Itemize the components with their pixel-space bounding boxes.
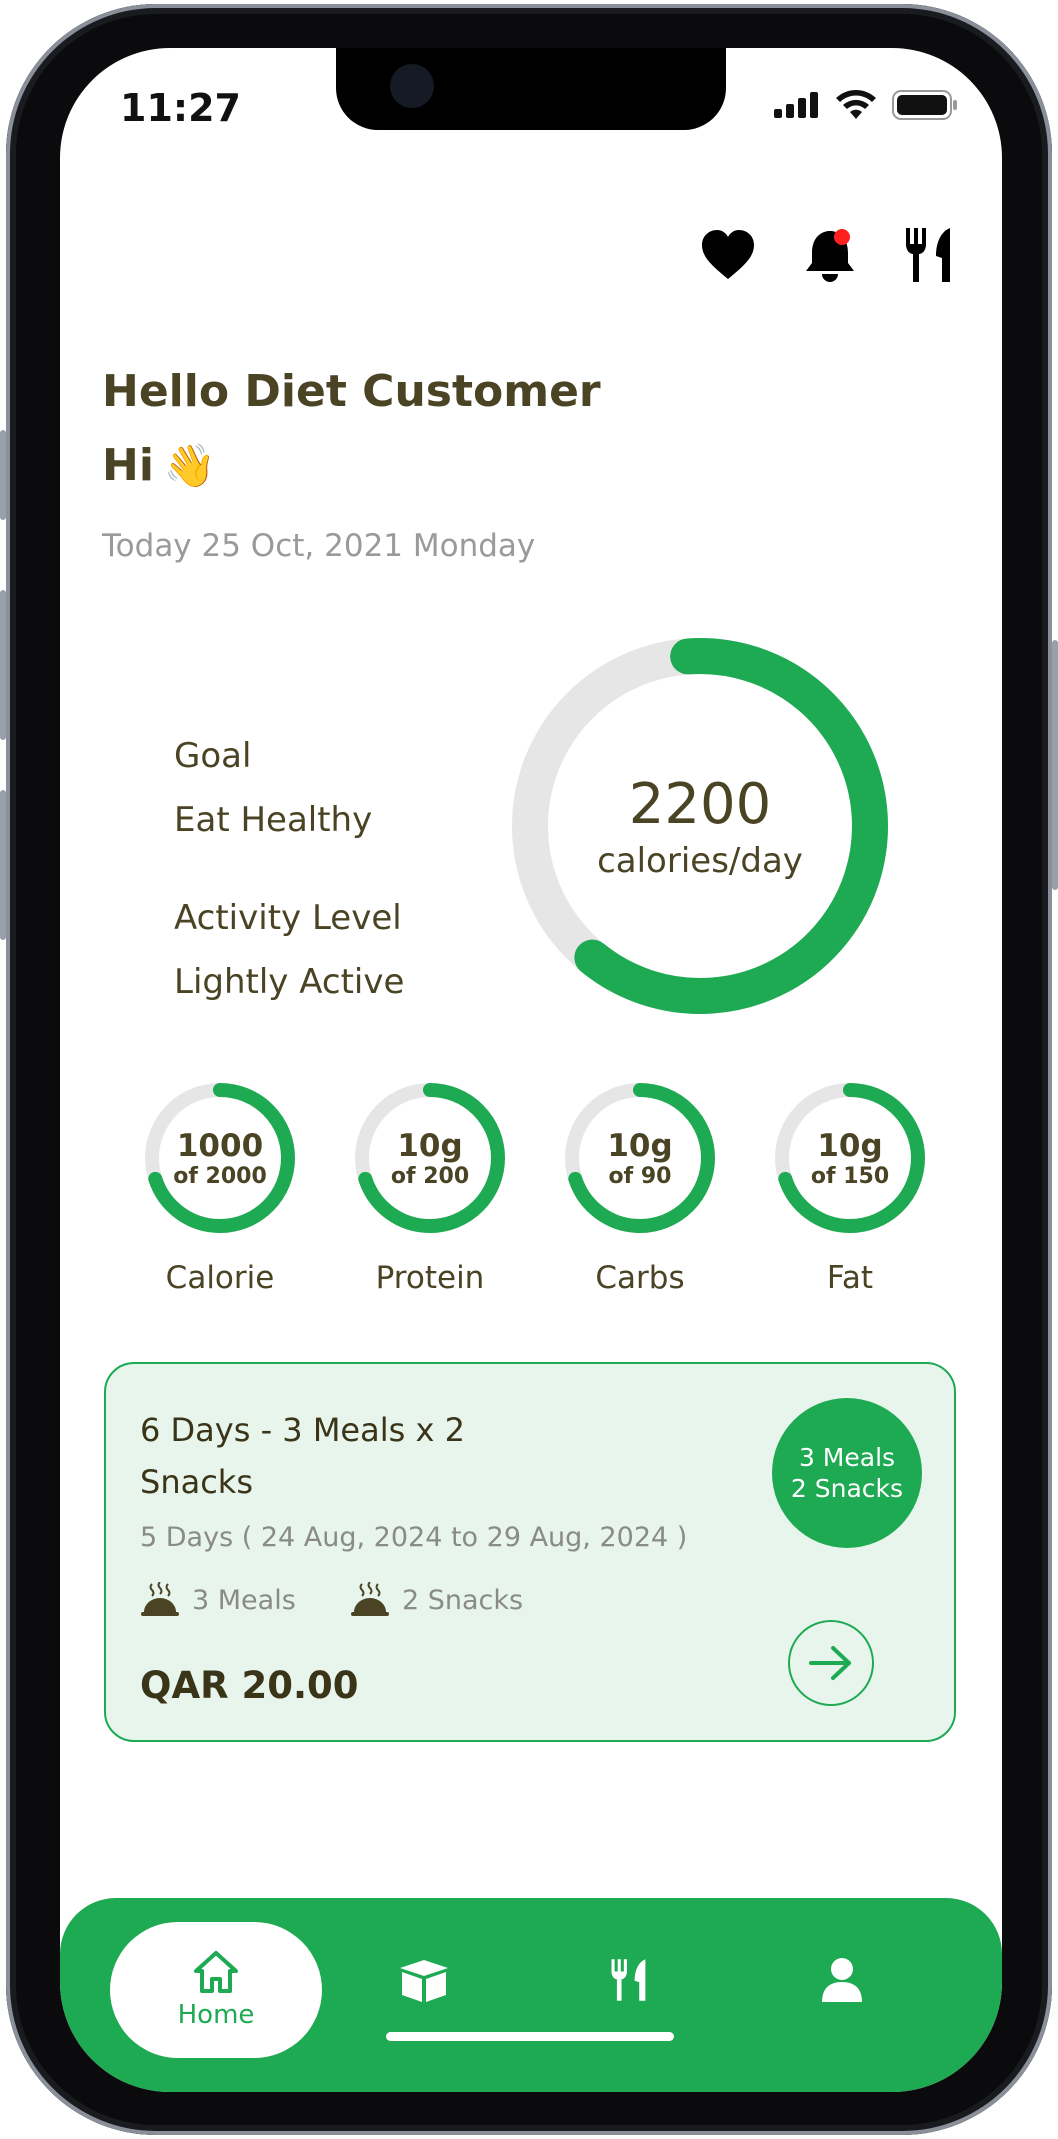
dish-icon	[351, 1582, 389, 1616]
signal-icon	[774, 92, 818, 118]
activity-label: Activity Level	[174, 898, 402, 938]
cutlery-icon	[611, 1959, 646, 2001]
phone-side-button	[0, 790, 6, 940]
plan-meals: 3 Meals	[140, 1582, 296, 1618]
plan-snacks: 2 Snacks	[350, 1582, 523, 1618]
today-date: Today 25 Oct, 2021 Monday	[102, 528, 536, 564]
status-icons	[774, 90, 958, 120]
macro-label: Carbs	[595, 1260, 685, 1296]
bell-icon[interactable]	[804, 227, 856, 287]
macro-label: Fat	[826, 1260, 874, 1296]
nav-packages[interactable]	[396, 1956, 452, 2008]
meal-plan-card[interactable]: 6 Days - 3 Meals x 2 Snacks 5 Days ( 24 …	[104, 1362, 956, 1742]
plan-badge-snacks: 2 Snacks	[790, 1474, 904, 1503]
user-icon	[822, 1958, 862, 2002]
calorie-ring-center: 2200 calories/day	[510, 636, 890, 1016]
goal-value: Eat Healthy	[174, 800, 373, 840]
activity-value: Lightly Active	[174, 962, 405, 1002]
macro-value: 10g	[607, 1127, 673, 1164]
arrow-right-icon	[809, 1646, 851, 1680]
greeting-hi: Hi 👋	[102, 440, 216, 491]
status-time: 11:27	[120, 86, 241, 130]
macro-of: of 90	[608, 1163, 672, 1189]
macro-carbs: 10g of 90 Carbs	[560, 1078, 720, 1296]
notch	[336, 48, 726, 130]
plan-arrow-button[interactable]	[788, 1620, 874, 1706]
macro-of: of 200	[390, 1163, 470, 1189]
battery-icon	[892, 90, 957, 120]
camera	[390, 64, 434, 108]
calorie-goal-value: 2200	[628, 771, 772, 837]
header-actions	[700, 226, 956, 288]
macro-value: 1000	[176, 1127, 264, 1164]
macro-of: of 2000	[173, 1163, 267, 1189]
cutlery-icon[interactable]	[904, 226, 956, 288]
macro-of: of 150	[810, 1163, 890, 1189]
calorie-goal-unit: calories/day	[597, 840, 803, 881]
plan-badge: 3 Meals 2 Snacks	[772, 1398, 922, 1548]
wifi-icon	[836, 90, 876, 119]
greeting-hi-text: Hi	[102, 440, 154, 491]
plan-badge-meals: 3 Meals	[798, 1443, 896, 1472]
macro-value: 10g	[397, 1127, 463, 1164]
phone-side-button	[0, 590, 6, 740]
greeting-title: Hello Diet Customer	[102, 366, 601, 417]
macro-protein: 10g of 200 Protein	[350, 1078, 510, 1296]
plan-price: QAR 20.00	[140, 1664, 359, 1707]
heart-icon[interactable]	[700, 229, 756, 285]
macro-calorie: 1000 of 2000 Calorie	[140, 1078, 300, 1296]
plan-dates: 5 Days ( 24 Aug, 2024 to 29 Aug, 2024 )	[140, 1522, 688, 1553]
macro-label: Calorie	[165, 1260, 275, 1296]
plan-meals-label: 3 Meals	[192, 1584, 296, 1616]
bottom-nav: Home	[60, 1898, 1002, 2092]
nav-menu[interactable]	[610, 1956, 650, 2008]
waving-hand-icon: 👋	[163, 440, 217, 490]
nav-home-label: Home	[177, 2000, 255, 2030]
macro-label: Protein	[375, 1260, 485, 1296]
home-icon	[194, 1951, 238, 1993]
dish-icon	[141, 1582, 179, 1616]
plan-title: 6 Days - 3 Meals x 2 Snacks	[140, 1411, 465, 1501]
nav-home[interactable]: Home	[110, 1922, 322, 2058]
home-indicator	[386, 2032, 674, 2041]
macro-fat: 10g of 150 Fat	[770, 1078, 930, 1296]
macro-value: 10g	[817, 1127, 883, 1164]
plan-snacks-label: 2 Snacks	[402, 1584, 524, 1616]
phone-side-button	[1052, 640, 1058, 890]
nav-profile[interactable]	[820, 1956, 864, 2008]
app-screen: 11:27 Hello Diet Customer Hi 👋 Today 25 …	[60, 48, 1002, 2092]
goal-label: Goal	[174, 736, 252, 776]
box-icon	[400, 1960, 448, 2002]
phone-side-button	[0, 430, 6, 520]
